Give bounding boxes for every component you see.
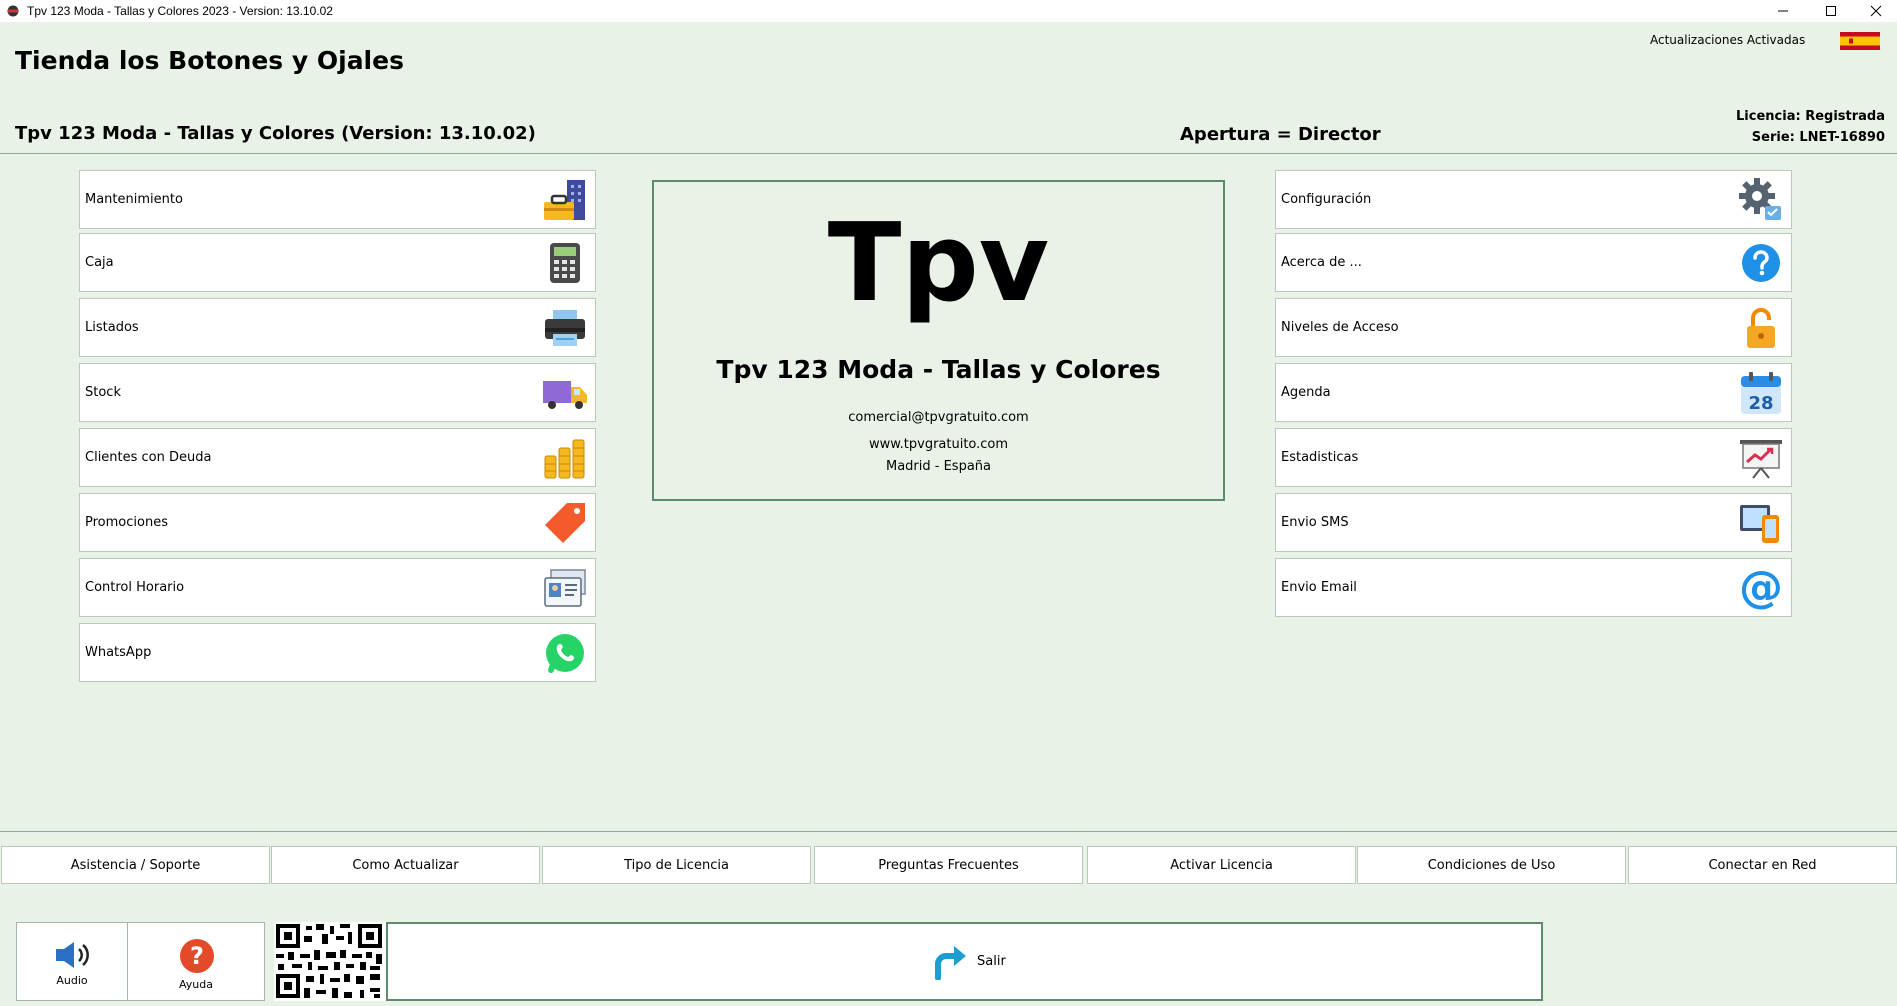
id-card-icon	[541, 564, 589, 612]
exit-button[interactable]: Salir	[386, 922, 1543, 1001]
menu-configuracion[interactable]: Configuración	[1275, 170, 1792, 229]
nav-asistencia-soporte[interactable]: Asistencia / Soporte	[1, 846, 270, 884]
speaker-icon	[56, 942, 89, 968]
location-text: Madrid - España	[885, 459, 991, 474]
spain-flag-icon[interactable]	[1840, 32, 1880, 50]
menu-niveles-de-acceso[interactable]: Niveles de Acceso	[1275, 298, 1792, 357]
at-sign-icon: @	[1737, 564, 1785, 612]
menu-control-horario[interactable]: Control Horario	[79, 558, 596, 617]
product-title: Tpv 123 Moda - Tallas y Colores	[716, 355, 1161, 384]
license-info: Licencia: Registrada Serie: LNET-16890	[1736, 106, 1885, 148]
maximize-button[interactable]	[1808, 0, 1854, 22]
menu-envio-email[interactable]: Envio Email @	[1275, 558, 1792, 617]
version-line: Tpv 123 Moda - Tallas y Colores (Version…	[15, 123, 536, 144]
menu-label: WhatsApp	[85, 645, 152, 660]
app-icon	[7, 5, 19, 17]
maximize-icon	[1826, 6, 1836, 16]
apertura-user: Apertura = Director	[1180, 124, 1381, 145]
menu-promociones[interactable]: Promociones	[79, 493, 596, 552]
calendar-icon: 28	[1737, 369, 1785, 417]
tpv-logo-text: Tpv	[827, 201, 1050, 326]
menu-label: Envio Email	[1281, 580, 1357, 595]
serial-number: Serie: LNET-16890	[1751, 130, 1885, 145]
nav-como-actualizar[interactable]: Como Actualizar	[271, 846, 540, 884]
chart-board-icon	[1737, 434, 1785, 482]
menu-label: Stock	[85, 385, 121, 400]
menu-stock[interactable]: Stock	[79, 363, 596, 422]
svg-text:@: @	[1739, 564, 1783, 612]
menu-label: Clientes con Deuda	[85, 450, 212, 465]
menu-label: Promociones	[85, 515, 168, 530]
menu-listados[interactable]: Listados	[79, 298, 596, 357]
menu-acerca-de[interactable]: Acerca de ...	[1275, 233, 1792, 292]
center-info-panel: Tpv Tpv 123 Moda - Tallas y Colores come…	[652, 180, 1225, 501]
nav-condiciones-de-uso[interactable]: Condiciones de Uso	[1357, 846, 1626, 884]
contact-email: comercial@tpvgratuito.com	[848, 410, 1029, 425]
menu-label: Caja	[85, 255, 114, 270]
header-divider	[0, 153, 1897, 154]
minimize-button[interactable]	[1760, 0, 1806, 22]
menu-agenda[interactable]: Agenda 28	[1275, 363, 1792, 422]
minimize-icon	[1778, 10, 1788, 12]
calculator-icon	[541, 239, 589, 287]
menu-label: Mantenimiento	[85, 192, 183, 207]
price-tag-icon	[541, 499, 589, 547]
website-text: www.tpvgratuito.com	[868, 437, 1009, 452]
shop-name: Tienda los Botones y Ojales	[15, 46, 404, 75]
calendar-day: 28	[1748, 393, 1773, 414]
menu-caja[interactable]: Caja	[79, 233, 596, 292]
help-button[interactable]: ? Ayuda	[127, 922, 265, 1001]
help-label: Ayuda	[179, 978, 213, 991]
menu-label: Configuración	[1281, 192, 1372, 207]
menu-mantenimiento[interactable]: Mantenimiento	[79, 170, 596, 229]
qr-code-icon[interactable]	[274, 922, 386, 1001]
gear-icon	[1737, 176, 1785, 224]
exit-label: Salir	[977, 954, 1006, 969]
delivery-truck-icon	[541, 369, 589, 417]
updates-status: Actualizaciones Activadas	[1650, 33, 1806, 47]
window-titlebar: Tpv 123 Moda - Tallas y Colores 2023 - V…	[0, 0, 1897, 22]
window-title: Tpv 123 Moda - Tallas y Colores 2023 - V…	[27, 4, 333, 18]
whatsapp-icon	[541, 629, 589, 677]
nav-tipo-de-licencia[interactable]: Tipo de Licencia	[542, 846, 811, 884]
close-button[interactable]	[1853, 0, 1897, 22]
menu-label: Listados	[85, 320, 139, 335]
menu-label: Niveles de Acceso	[1281, 320, 1399, 335]
toolbox-building-icon	[541, 176, 589, 224]
printer-icon	[541, 304, 589, 352]
nav-conectar-en-red[interactable]: Conectar en Red	[1628, 846, 1897, 884]
nav-activar-licencia[interactable]: Activar Licencia	[1087, 846, 1356, 884]
audio-label: Audio	[56, 974, 88, 987]
menu-estadisticas[interactable]: Estadisticas	[1275, 428, 1792, 487]
menu-label: Estadisticas	[1281, 450, 1359, 465]
menu-label: Agenda	[1281, 385, 1331, 400]
menu-whatsapp[interactable]: WhatsApp	[79, 623, 596, 682]
license-status: Licencia: Registrada	[1736, 109, 1885, 124]
tablet-phone-icon	[1737, 499, 1785, 547]
audio-button[interactable]: Audio	[16, 922, 128, 1001]
menu-label: Envio SMS	[1281, 515, 1349, 530]
help-icon: ?	[180, 939, 214, 973]
close-icon	[1870, 5, 1882, 17]
padlock-icon	[1737, 304, 1785, 352]
coin-stacks-icon	[541, 434, 589, 482]
menu-envio-sms[interactable]: Envio SMS	[1275, 493, 1792, 552]
exit-arrow-icon	[935, 946, 966, 980]
menu-label: Control Horario	[85, 580, 185, 595]
menu-clientes-con-deuda[interactable]: Clientes con Deuda	[79, 428, 596, 487]
footer-divider	[0, 831, 1897, 832]
nav-preguntas-frecuentes[interactable]: Preguntas Frecuentes	[814, 846, 1083, 884]
menu-label: Acerca de ...	[1281, 255, 1362, 270]
question-icon	[1737, 239, 1785, 287]
